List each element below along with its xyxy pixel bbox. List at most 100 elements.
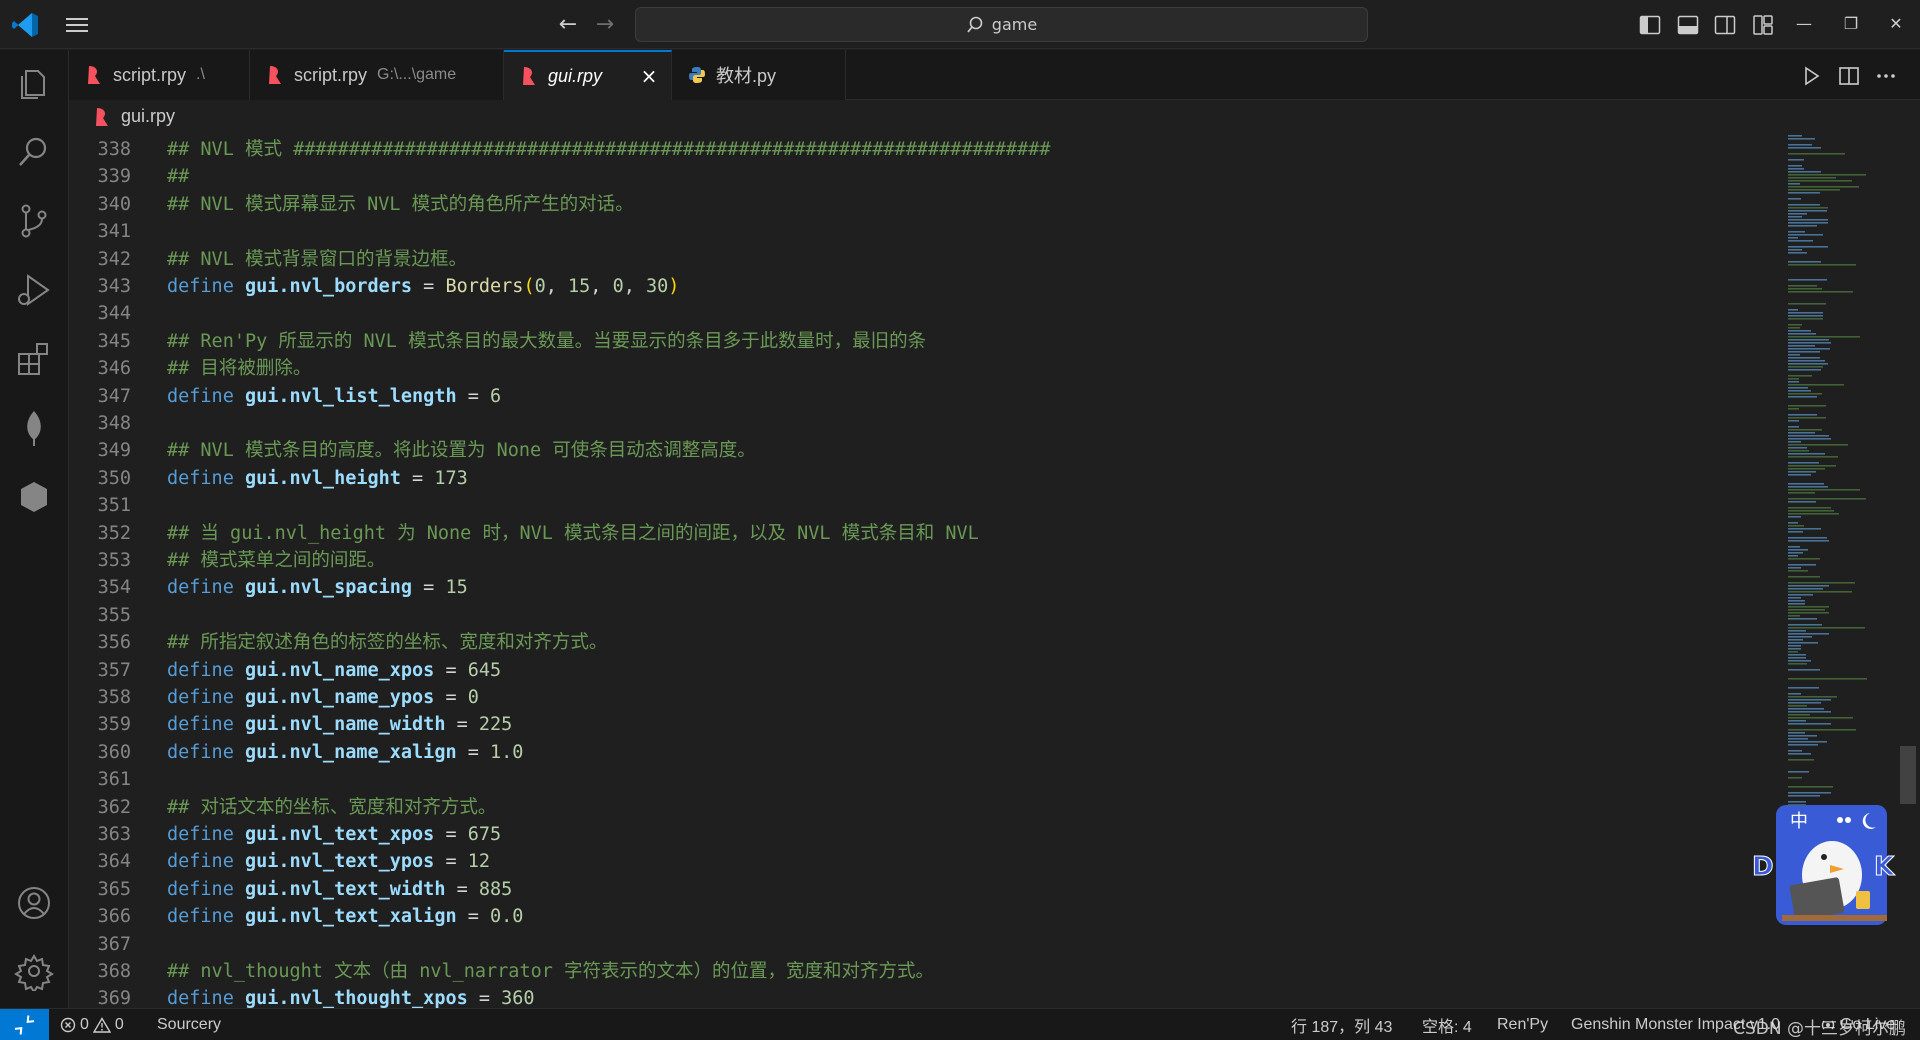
code-token: 1.0 — [490, 741, 524, 763]
language-mode[interactable]: Ren'Py — [1497, 1015, 1548, 1035]
code-token: = — [456, 385, 491, 407]
minimap-line — [1788, 606, 1829, 608]
minimap-line — [1788, 375, 1812, 377]
line-number: 349 — [97, 440, 131, 462]
code-line[interactable]: 342 ## NVL 模式背景窗口的背景边框。 — [69, 246, 1769, 273]
code-editor[interactable]: 338 ## NVL 模式 ###########################… — [69, 133, 1920, 1008]
minimap-line — [1788, 618, 1817, 620]
line-number: 356 — [97, 632, 131, 654]
minimap-line — [1788, 354, 1800, 356]
code-line[interactable]: 365 define gui.nvl_text_width = 885 — [69, 876, 1769, 903]
line-number: 340 — [97, 193, 131, 215]
code-line[interactable]: 359 define gui.nvl_name_width = 225 — [69, 711, 1769, 738]
code-line[interactable]: 360 define gui.nvl_name_xalign = 1.0 — [69, 739, 1769, 766]
tab-description: .\ — [196, 66, 205, 83]
tab-jiaocai-py[interactable]: 教材.py — [672, 50, 846, 100]
command-center-search[interactable]: game — [635, 7, 1368, 42]
minimap-line — [1788, 474, 1811, 476]
minimap-line — [1788, 627, 1865, 629]
code-line[interactable]: 355 — [69, 602, 1769, 629]
toggle-panel-icon[interactable] — [1676, 13, 1700, 37]
code-line[interactable]: 347 define gui.nvl_list_length = 6 — [69, 383, 1769, 410]
indentation-status[interactable]: 空格: 4 — [1422, 1015, 1472, 1036]
restore-button[interactable]: ❐ — [1838, 12, 1864, 36]
sourcery-status[interactable]: Sourcery — [157, 1015, 221, 1035]
code-line[interactable]: 354 define gui.nvl_spacing = 15 — [69, 574, 1769, 601]
code-line[interactable]: 358 define gui.nvl_name_ypos = 0 — [69, 684, 1769, 711]
tab-script-rpy-1[interactable]: script.rpy .\ — [69, 50, 250, 100]
minimap-line — [1788, 210, 1827, 212]
breadcrumb[interactable]: gui.rpy — [69, 100, 1920, 133]
code-line[interactable]: 353 ## 模式菜单之间的间距。 — [69, 547, 1769, 574]
minimap-line — [1788, 291, 1853, 293]
code-line[interactable]: 352 ## 当 gui.nvl_height 为 None 时，NVL 模式条目… — [69, 520, 1769, 547]
minimap-line — [1788, 387, 1808, 389]
line-number: 352 — [97, 522, 131, 544]
code-line[interactable]: 343 define gui.nvl_borders = Borders(0, 1… — [69, 273, 1769, 300]
run-icon[interactable] — [1799, 64, 1823, 88]
code-token: define — [167, 659, 245, 681]
explorer-icon[interactable] — [14, 63, 54, 103]
code-line[interactable]: 341 — [69, 218, 1769, 245]
more-actions-icon[interactable] — [1874, 64, 1898, 88]
back-arrow-icon[interactable]: ← — [553, 12, 583, 38]
code-line[interactable]: 339 ## — [69, 163, 1769, 190]
code-line[interactable]: 346 ## 目将被删除。 — [69, 355, 1769, 382]
code-line[interactable]: 366 define gui.nvl_text_xalign = 0.0 — [69, 903, 1769, 930]
remote-window-button[interactable] — [0, 1009, 49, 1040]
run-and-debug-icon[interactable] — [14, 270, 54, 310]
minimap-line — [1788, 510, 1834, 512]
cursor-position[interactable]: 行 187，列 43 — [1291, 1015, 1392, 1036]
code-line[interactable]: 350 define gui.nvl_height = 173 — [69, 465, 1769, 492]
code-line[interactable]: 357 define gui.nvl_name_xpos = 645 — [69, 657, 1769, 684]
mongodb-leaf-icon[interactable] — [14, 408, 54, 448]
code-line[interactable]: 338 ## NVL 模式 ###########################… — [69, 136, 1769, 163]
vertical-scrollbar[interactable] — [1896, 133, 1920, 1008]
split-editor-icon[interactable] — [1837, 64, 1861, 88]
code-token: ## 目将被删除。 — [167, 358, 312, 380]
close-tab-icon[interactable]: × — [639, 66, 659, 86]
hamburger-menu-icon[interactable] — [62, 14, 92, 36]
minimap-line — [1788, 366, 1823, 368]
code-token: gui.nvl_name_ypos — [244, 687, 435, 708]
accounts-icon[interactable] — [14, 883, 54, 923]
code-line[interactable]: 349 ## NVL 模式条目的高度。将此设置为 None 可使条目动态调整高度。 — [69, 437, 1769, 464]
close-window-button[interactable]: ✕ — [1883, 12, 1909, 36]
code-line[interactable]: 362 ## 对话文本的坐标、宽度和对齐方式。 — [69, 794, 1769, 821]
source-control-icon[interactable] — [14, 201, 54, 241]
code-text: define gui.nvl_name_ypos = 0 — [167, 684, 479, 711]
code-line[interactable]: 363 define gui.nvl_text_xpos = 675 — [69, 821, 1769, 848]
hexagon-extension-icon[interactable] — [14, 477, 54, 517]
tab-script-rpy-2[interactable]: script.rpy G:\...\game — [250, 50, 504, 100]
editor-tab-bar: script.rpy .\ script.rpy G:\...\game gui… — [69, 50, 1920, 100]
minimap-line — [1788, 180, 1852, 182]
code-line[interactable]: 368 ## nvl_thought 文本（由 nvl_narrator 字符表示… — [69, 958, 1769, 985]
code-line[interactable]: 367 — [69, 931, 1769, 958]
code-line[interactable]: 361 — [69, 766, 1769, 793]
minimap-line — [1788, 522, 1798, 524]
toggle-primary-sidebar-icon[interactable] — [1638, 13, 1662, 37]
search-icon[interactable] — [14, 132, 54, 172]
toggle-secondary-sidebar-icon[interactable] — [1713, 13, 1737, 37]
minimize-button[interactable]: — — [1791, 12, 1817, 36]
tab-gui-rpy[interactable]: gui.rpy × — [504, 50, 672, 100]
code-line[interactable]: 369 define gui.nvl_thought_xpos = 360 — [69, 985, 1769, 1008]
forward-arrow-icon[interactable]: → — [590, 12, 620, 38]
problems-indicator[interactable]: 0 0 — [60, 1015, 124, 1035]
minimap-line — [1788, 657, 1806, 659]
line-number: 361 — [97, 769, 131, 791]
scrollbar-thumb[interactable] — [1900, 746, 1916, 804]
code-line[interactable]: 351 — [69, 492, 1769, 519]
code-line[interactable]: 356 ## 所指定叙述角色的标签的坐标、宽度和对齐方式。 — [69, 629, 1769, 656]
minimap-line — [1788, 324, 1802, 326]
code-line[interactable]: 344 — [69, 300, 1769, 327]
code-line[interactable]: 348 — [69, 410, 1769, 437]
customize-layout-icon[interactable] — [1751, 13, 1775, 37]
code-line[interactable]: 340 ## NVL 模式屏幕显示 NVL 模式的角色所产生的对话。 — [69, 191, 1769, 218]
settings-gear-icon[interactable] — [14, 951, 54, 991]
renpy-file-icon — [96, 107, 108, 126]
code-line[interactable]: 364 define gui.nvl_text_ypos = 12 — [69, 848, 1769, 875]
minimap-line — [1788, 654, 1806, 656]
code-line[interactable]: 345 ## Ren'Py 所显示的 NVL 模式条目的最大数量。当要显示的条目多… — [69, 328, 1769, 355]
extensions-icon[interactable] — [14, 339, 54, 379]
